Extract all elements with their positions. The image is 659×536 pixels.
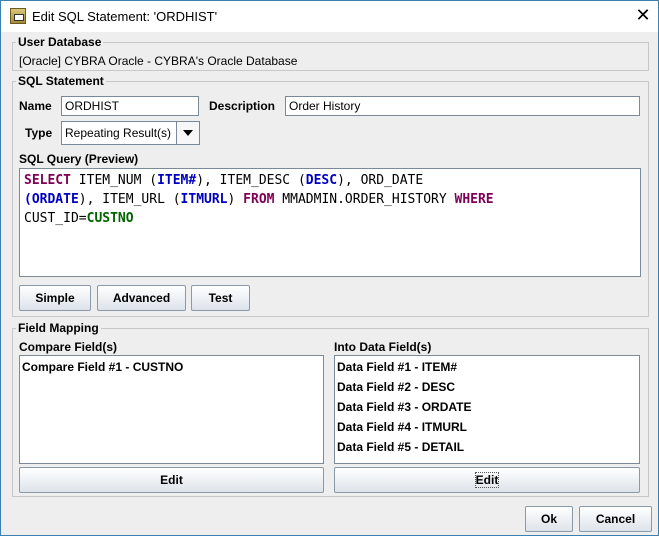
sql-text: ITEM_NUM ( — [70, 173, 158, 188]
sql-query-label: SQL Query (Preview) — [19, 152, 139, 166]
list-item[interactable]: Data Field #5 - DETAIL — [337, 440, 464, 454]
sql-keyword-from: FROM — [243, 192, 275, 207]
edit-into-button-label: Edit — [474, 472, 500, 488]
sql-query-preview[interactable]: SELECT ITEM_NUM (ITEM#), ITEM_DESC (DESC… — [19, 168, 641, 277]
sql-text: ) — [227, 192, 244, 207]
sql-line-3: CUST_ID=CUSTNO — [24, 209, 636, 228]
user-database-legend: User Database — [16, 35, 104, 49]
list-item[interactable]: Data Field #4 - ITMURL — [337, 420, 467, 434]
type-select-value: Repeating Result(s) — [65, 126, 172, 140]
sql-text: ), ITEM_URL ( — [78, 192, 181, 207]
sql-statement-legend: SQL Statement — [16, 74, 106, 88]
edit-into-button[interactable]: Edit — [334, 467, 640, 493]
sql-text: CUST_ID= — [24, 211, 87, 226]
sql-line-2: (ORDATE), ITEM_URL (ITMURL) FROM MMADMIN… — [24, 190, 636, 209]
sql-keyword-where: WHERE — [454, 192, 494, 207]
simple-button[interactable]: Simple — [19, 285, 91, 311]
sql-paren: ( — [24, 192, 32, 207]
compare-fields-label: Compare Field(s) — [19, 340, 118, 354]
test-button[interactable]: Test — [191, 285, 250, 311]
sql-field-desc: DESC — [305, 173, 338, 188]
sql-text: ), ITEM_DESC ( — [196, 173, 306, 188]
chevron-down-icon[interactable] — [176, 122, 199, 144]
sql-text: MMADMIN.ORDER_HISTORY — [274, 192, 455, 207]
cancel-button[interactable]: Cancel — [579, 506, 652, 532]
description-field[interactable]: Order History — [285, 96, 640, 116]
edit-compare-button[interactable]: Edit — [19, 467, 324, 493]
list-item[interactable]: Data Field #1 - ITEM# — [337, 360, 457, 374]
edit-sql-dialog: Edit SQL Statement: 'ORDHIST' ✕ User Dat… — [0, 0, 659, 536]
description-label: Description — [209, 99, 276, 113]
window-title: Edit SQL Statement: 'ORDHIST' — [32, 9, 218, 24]
sql-line-1: SELECT ITEM_NUM (ITEM#), ITEM_DESC (DESC… — [24, 171, 636, 190]
sql-variable-custno: CUSTNO — [86, 211, 134, 226]
sql-keyword-select: SELECT — [24, 173, 71, 188]
sql-text: ), ORD_DATE — [337, 173, 424, 188]
close-icon[interactable]: ✕ — [628, 1, 658, 32]
field-mapping-legend: Field Mapping — [16, 321, 101, 335]
list-item[interactable]: Data Field #2 - DESC — [337, 380, 455, 394]
sql-field-item: ITEM# — [157, 173, 197, 188]
compare-fields-list[interactable]: Compare Field #1 - CUSTNO — [19, 355, 324, 464]
type-select[interactable]: Repeating Result(s) — [61, 121, 200, 145]
list-item[interactable]: Compare Field #1 - CUSTNO — [22, 360, 183, 374]
list-item[interactable]: Data Field #3 - ORDATE — [337, 400, 471, 414]
into-data-fields-label: Into Data Field(s) — [334, 340, 432, 354]
user-database-group: User Database [Oracle] CYBRA Oracle - CY… — [12, 35, 649, 71]
sql-field-ordate: ORDATE — [31, 192, 79, 207]
user-database-value: [Oracle] CYBRA Oracle - CYBRA's Oracle D… — [19, 54, 298, 68]
title-bar: Edit SQL Statement: 'ORDHIST' ✕ — [1, 1, 658, 32]
sql-field-itmurl: ITMURL — [180, 192, 228, 207]
into-data-fields-list[interactable]: Data Field #1 - ITEM# Data Field #2 - DE… — [334, 355, 640, 464]
app-icon — [10, 8, 26, 24]
name-label: Name — [19, 99, 52, 113]
advanced-button[interactable]: Advanced — [97, 285, 186, 311]
ok-button[interactable]: Ok — [525, 506, 573, 532]
type-label: Type — [25, 126, 53, 140]
name-field[interactable]: ORDHIST — [61, 96, 199, 116]
